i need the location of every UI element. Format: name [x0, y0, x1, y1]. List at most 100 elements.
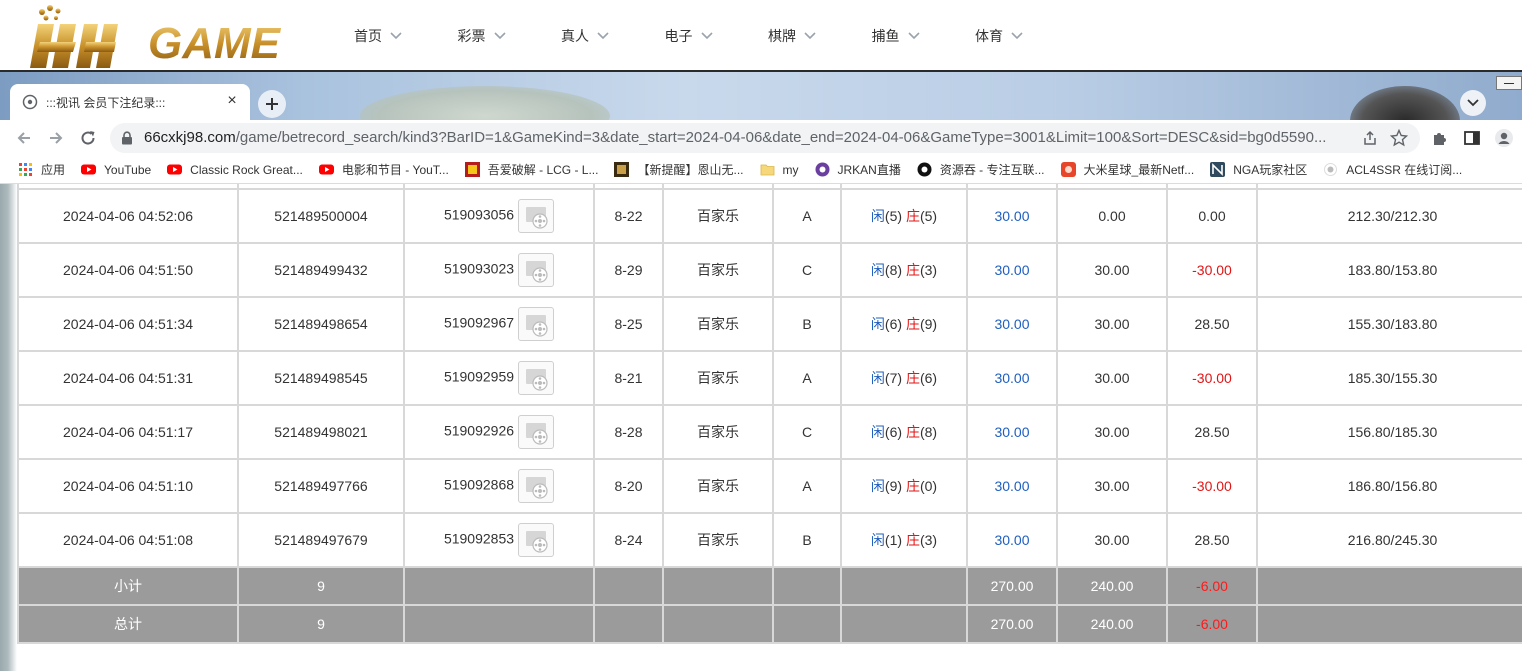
profile-button[interactable]: [1494, 128, 1514, 148]
bookmark-movies[interactable]: 电影和节目 - YouT...: [318, 161, 449, 178]
bookmark-label: NGA玩家社区: [1233, 163, 1308, 177]
youtube-icon: [81, 164, 97, 175]
bookmark-resources[interactable]: 资源吞 - 专注互联...: [917, 161, 1045, 178]
bookmarks-bar: 应用 YouTube Classic Rock Great... 电影和节目 -…: [0, 156, 1522, 184]
url-text[interactable]: 66cxkj98.com/game/betrecord_search/kind3…: [144, 129, 1326, 146]
valid-amount: 30.00: [1056, 296, 1168, 352]
nav-label: 首页: [354, 28, 382, 44]
banker-points: (9): [919, 316, 938, 332]
nav-lottery[interactable]: 彩票: [458, 0, 562, 72]
nav-label: 体育: [975, 28, 1003, 44]
banker-label: 庄: [905, 316, 920, 332]
player-label: 闲: [870, 262, 885, 278]
nav-live[interactable]: 真人: [561, 0, 665, 72]
side-panel-button[interactable]: [1462, 128, 1482, 148]
bookmark-nga[interactable]: NGA玩家社区: [1210, 161, 1307, 178]
subtotal-win: -6.00: [1166, 566, 1258, 606]
browser-toolbar: 66cxkj98.com/game/betrecord_search/kind3…: [0, 120, 1522, 156]
hh-game-logo[interactable]: GAME: [30, 2, 298, 72]
side-panel-icon: [1464, 131, 1480, 145]
theme-background: [360, 86, 610, 120]
nav-sports[interactable]: 体育: [975, 0, 1079, 72]
bookmark-acl4ssr[interactable]: ACL4SSR 在线订阅...: [1323, 161, 1462, 178]
site-icon: [1324, 163, 1338, 176]
replay-video-icon[interactable]: [518, 307, 555, 341]
balance: 185.30/155.30: [1256, 350, 1522, 406]
game-name: 百家乐: [662, 458, 774, 514]
replay-video-icon[interactable]: [518, 361, 555, 395]
apps-grid-icon: [19, 163, 32, 176]
table-row: 2024-04-06 04:51:08 521489497679 5190928…: [17, 512, 1522, 568]
round-number: 519092967: [443, 314, 515, 331]
valid-amount: 30.00: [1056, 404, 1168, 460]
player-label: 闲: [870, 478, 885, 494]
player-points: (8): [884, 262, 903, 278]
player-points: (6): [884, 316, 903, 332]
active-tab[interactable]: :::视讯 会员下注纪录::: ×: [10, 84, 250, 120]
nav-cards[interactable]: 棋牌: [768, 0, 872, 72]
new-tab-button[interactable]: [258, 90, 286, 118]
bookmark-label: my: [782, 162, 799, 177]
total-valid: 240.00: [1056, 604, 1168, 644]
balance: 156.80/185.30: [1256, 404, 1522, 460]
tab-title: :::视讯 会员下注纪录:::: [46, 95, 166, 110]
arrow-right-icon: [50, 132, 63, 144]
valid-amount: 30.00: [1056, 242, 1168, 298]
bet-time: 2024-04-06 04:51:50: [17, 242, 239, 298]
replay-video-icon[interactable]: [518, 523, 555, 557]
result-cell: 闲(6) 庄(8): [840, 404, 968, 460]
arrow-left-icon: [17, 132, 30, 144]
result-cell: 闲(6) 庄(9): [840, 296, 968, 352]
chevron-down-icon: [390, 32, 402, 40]
bookmark-right-com[interactable]: 【新提醒】恩山无...: [614, 161, 744, 178]
replay-video-icon[interactable]: [518, 253, 555, 287]
url-host: 66cxkj98.com: [144, 129, 236, 146]
total-bet: 270.00: [966, 604, 1058, 644]
address-bar[interactable]: 66cxkj98.com/game/betrecord_search/kind3…: [110, 123, 1420, 153]
chevron-down-icon: [1467, 99, 1479, 107]
subtotal-valid: 240.00: [1056, 566, 1168, 606]
minimize-window-button[interactable]: [1496, 76, 1522, 90]
theme-background: [1350, 86, 1460, 120]
bookmark-jrkan[interactable]: JRKAN直播: [815, 161, 901, 178]
bookmark-dami[interactable]: 大米星球_最新Netf...: [1060, 161, 1194, 178]
bet-number: 521489497679: [237, 512, 405, 568]
table-row: 2024-04-06 04:51:17 521489498021 5190929…: [17, 404, 1522, 460]
round-number: 519092959: [443, 368, 515, 385]
bookmark-apps[interactable]: 应用: [18, 161, 65, 178]
bookmark-classic-rock[interactable]: Classic Rock Great...: [167, 162, 303, 177]
nav-label: 彩票: [457, 28, 486, 44]
valid-amount: 0.00: [1056, 188, 1168, 244]
banker-points: (3): [919, 262, 938, 278]
bookmark-youtube[interactable]: YouTube: [81, 162, 151, 177]
youtube-icon: [167, 164, 183, 175]
tab-search-button[interactable]: [1460, 90, 1486, 116]
replay-video-icon[interactable]: [518, 415, 555, 449]
banker-label: 庄: [905, 262, 920, 278]
puzzle-icon: [1434, 133, 1446, 145]
forward-button[interactable]: [46, 128, 66, 148]
round-cell: 519092959: [403, 350, 595, 406]
banker-label: 庄: [905, 424, 920, 440]
bookmark-label: ACL4SSR 在线订阅...: [1346, 163, 1463, 177]
round-cell: 519092868: [403, 458, 595, 514]
bookmark-52pojie[interactable]: 吾爱破解 - LCG - L...: [464, 161, 598, 178]
replay-video-icon[interactable]: [518, 199, 555, 233]
nav-home[interactable]: 首页: [354, 0, 458, 72]
nav-slots[interactable]: 电子: [665, 0, 769, 72]
nav-fishing[interactable]: 捕鱼: [872, 0, 976, 72]
player-points: (6): [884, 424, 903, 440]
bet-time: 2024-04-06 04:51:10: [17, 458, 239, 514]
bet-amount: 30.00: [966, 404, 1058, 460]
share-icon[interactable]: [1362, 130, 1378, 146]
back-button[interactable]: [14, 128, 34, 148]
extensions-button[interactable]: [1430, 128, 1450, 148]
bookmark-star-icon[interactable]: [1390, 129, 1408, 147]
bet-option: A: [772, 350, 842, 406]
bookmark-folder-my[interactable]: my: [760, 162, 799, 177]
replay-video-icon[interactable]: [518, 469, 555, 503]
close-tab-icon[interactable]: ×: [224, 93, 240, 109]
reload-button[interactable]: [78, 128, 98, 148]
table-number: 8-21: [593, 350, 664, 406]
lock-icon[interactable]: [120, 131, 134, 145]
